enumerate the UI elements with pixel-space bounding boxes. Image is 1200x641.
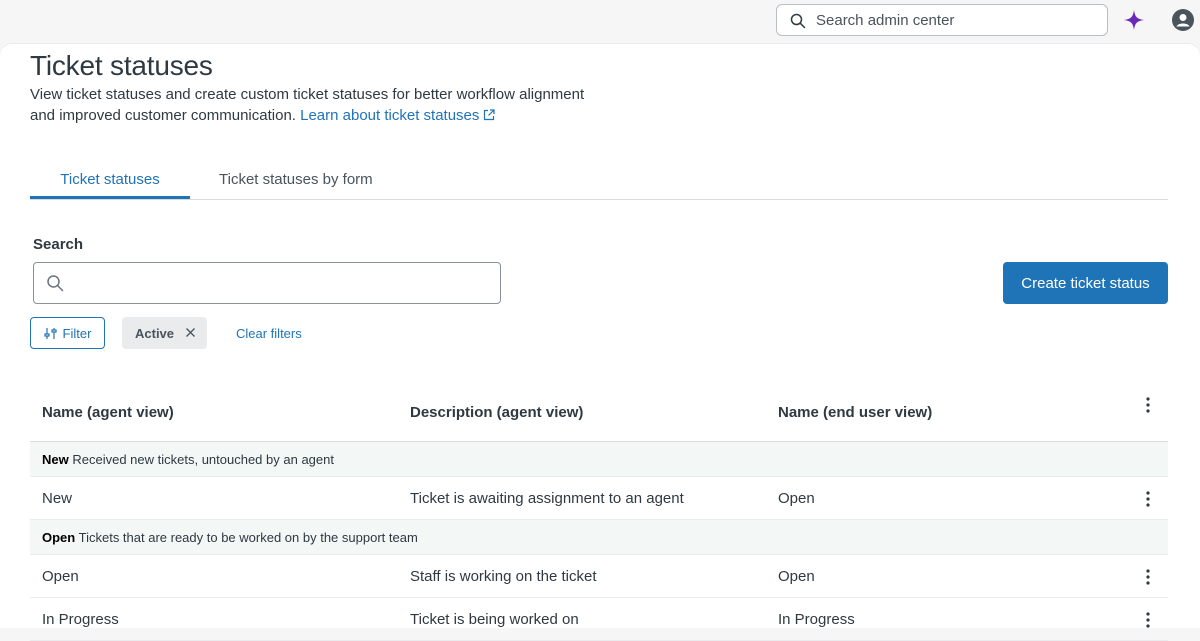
- table-header: Name (agent view) Description (agent vie…: [30, 386, 1168, 442]
- ai-sparkle-icon[interactable]: [1123, 9, 1145, 31]
- more-options-icon[interactable]: [1146, 569, 1150, 585]
- group-description: Received new tickets, untouched by an ag…: [72, 452, 334, 467]
- table-row[interactable]: New Ticket is awaiting assignment to an …: [30, 477, 1168, 520]
- active-filter-chip: Active: [122, 317, 207, 349]
- tab-ticket-statuses-by-form[interactable]: Ticket statuses by form: [219, 171, 373, 188]
- create-ticket-status-button[interactable]: Create ticket status: [1003, 262, 1168, 304]
- active-filter-label: Active: [135, 325, 175, 341]
- status-name: In Progress: [42, 611, 119, 628]
- status-name: Open: [42, 568, 79, 585]
- column-header-name-agent: Name (agent view): [42, 404, 174, 421]
- filter-label: Filter: [62, 325, 92, 341]
- search-icon: [47, 275, 64, 292]
- external-link-icon: [484, 109, 496, 121]
- description-line-2: and improved customer communication.: [30, 107, 296, 124]
- admin-center-search-input[interactable]: [814, 10, 1098, 30]
- sliders-icon: [43, 327, 57, 339]
- tab-ticket-statuses[interactable]: Ticket statuses: [30, 171, 190, 199]
- learn-link-label: Learn about ticket statuses: [300, 107, 480, 124]
- group-name: New: [42, 452, 69, 467]
- search-input[interactable]: [78, 273, 492, 292]
- tab-list: Ticket statuses Ticket statuses by form: [30, 156, 1168, 200]
- page-description: View ticket statuses and create custom t…: [30, 84, 630, 126]
- search-field[interactable]: [33, 262, 501, 304]
- status-description: Staff is working on the ticket: [410, 568, 597, 585]
- column-header-description-agent: Description (agent view): [410, 404, 584, 421]
- main-panel: Ticket statuses View ticket statuses and…: [0, 44, 1200, 641]
- group-description: Tickets that are ready to be worked on b…: [78, 530, 418, 545]
- status-description: Ticket is being worked on: [410, 611, 579, 628]
- status-group-header: New Received new tickets, untouched by a…: [30, 442, 1168, 477]
- group-text: Open Tickets that are ready to be worked…: [42, 530, 418, 545]
- table-row[interactable]: In Progress Ticket is being worked on In…: [30, 598, 1168, 641]
- search-label: Search: [33, 236, 84, 253]
- search-icon: [790, 13, 806, 29]
- column-header-name-end-user: Name (end user view): [778, 404, 933, 421]
- group-name: Open: [42, 530, 76, 545]
- more-options-icon[interactable]: [1146, 491, 1150, 507]
- clear-filters-link[interactable]: Clear filters: [236, 326, 302, 341]
- status-name: New: [42, 490, 73, 507]
- admin-center-search[interactable]: [776, 4, 1108, 36]
- page-title: Ticket statuses: [30, 50, 213, 81]
- group-text: New Received new tickets, untouched by a…: [42, 452, 334, 467]
- avatar-icon[interactable]: [1172, 9, 1194, 31]
- filter-button[interactable]: Filter: [30, 317, 105, 349]
- ticket-status-table: Name (agent view) Description (agent vie…: [30, 386, 1168, 641]
- description-line-1: View ticket statuses and create custom t…: [30, 86, 585, 103]
- status-description: Ticket is awaiting assignment to an agen…: [410, 490, 684, 507]
- more-options-icon[interactable]: [1146, 612, 1150, 628]
- more-options-icon[interactable]: [1146, 397, 1150, 413]
- learn-about-ticket-statuses-link[interactable]: Learn about ticket statuses: [300, 107, 496, 124]
- top-bar: [0, 0, 1200, 44]
- status-end-user-name: In Progress: [778, 611, 855, 628]
- close-icon[interactable]: [184, 326, 197, 339]
- status-end-user-name: Open: [778, 568, 815, 585]
- status-end-user-name: Open: [778, 490, 815, 507]
- status-group-header: Open Tickets that are ready to be worked…: [30, 520, 1168, 555]
- table-row[interactable]: Open Staff is working on the ticket Open: [30, 555, 1168, 598]
